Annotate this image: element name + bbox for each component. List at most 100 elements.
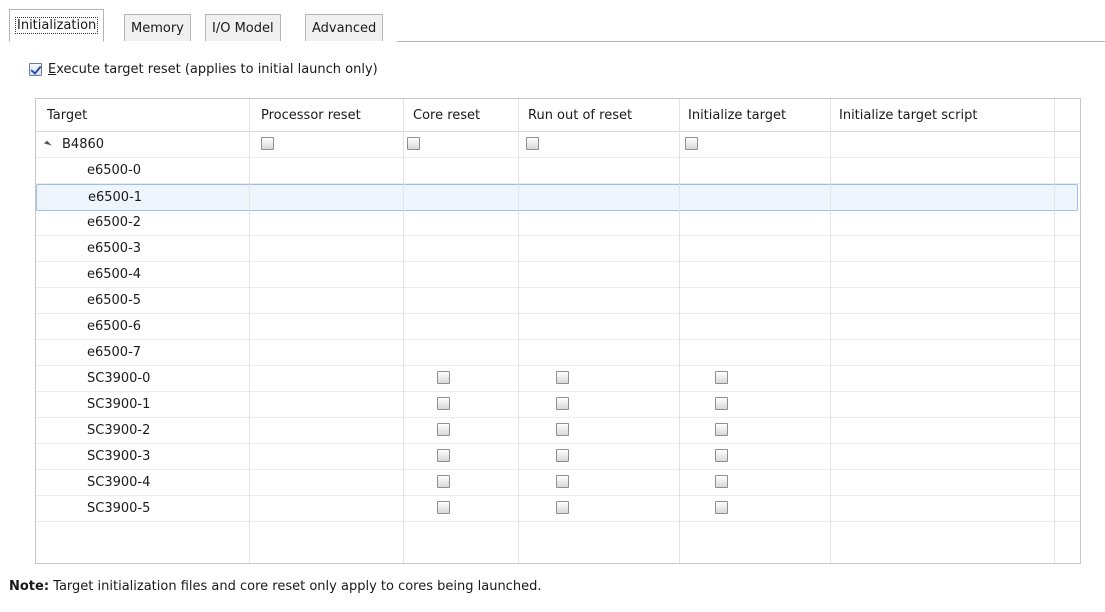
table-row[interactable]: e6500-6 <box>36 314 1080 340</box>
tab-label: Advanced <box>312 21 377 36</box>
checkbox-cell <box>437 444 450 470</box>
column-header-target[interactable]: Target <box>47 99 87 131</box>
table-row[interactable]: e6500-5 <box>36 288 1080 314</box>
core-reset-checkbox[interactable] <box>437 501 450 514</box>
checkbox-cell <box>526 132 539 158</box>
initialize-target-checkbox[interactable] <box>715 397 728 410</box>
checkbox-cell <box>556 496 569 522</box>
target-name: SC3900-4 <box>87 475 151 490</box>
column-divider <box>1054 99 1055 563</box>
table-row[interactable]: SC3900-0 <box>36 366 1080 392</box>
checkbox-cell <box>437 418 450 444</box>
initialize-target-checkbox[interactable] <box>715 371 728 384</box>
column-header-initialize-target[interactable]: Initialize target <box>688 99 786 131</box>
table-row[interactable]: e6500-2 <box>36 210 1080 236</box>
tab-label: I/O Model <box>212 21 274 36</box>
initialize-target-checkbox[interactable] <box>715 423 728 436</box>
column-divider <box>518 99 519 563</box>
table-row[interactable]: SC3900-3 <box>36 444 1080 470</box>
checkbox-cell <box>407 132 420 158</box>
run-out-of-reset-checkbox[interactable] <box>556 423 569 436</box>
note-label: Note: <box>9 579 50 594</box>
execute-target-reset-option[interactable]: Execute target reset (applies to initial… <box>29 60 378 78</box>
table-row[interactable]: SC3900-1 <box>36 392 1080 418</box>
table-row[interactable]: B4860 <box>36 132 1080 158</box>
checkbox-cell <box>715 418 728 444</box>
column-divider <box>403 99 404 563</box>
target-name: e6500-2 <box>87 215 142 230</box>
tab-bar: Initialization Memory I/O Model Advanced <box>0 0 1105 42</box>
core-reset-checkbox[interactable] <box>437 449 450 462</box>
note-text: Note: Target initialization files and co… <box>9 579 541 594</box>
run-out-of-reset-checkbox[interactable] <box>526 137 539 150</box>
core-reset-checkbox[interactable] <box>437 397 450 410</box>
run-out-of-reset-checkbox[interactable] <box>556 501 569 514</box>
target-name: SC3900-0 <box>87 371 151 386</box>
tab-advanced[interactable]: Advanced <box>305 14 384 41</box>
initialize-target-checkbox[interactable] <box>715 475 728 488</box>
target-name: SC3900-3 <box>87 449 151 464</box>
target-name: e6500-3 <box>87 241 142 256</box>
target-name: e6500-0 <box>87 163 142 178</box>
run-out-of-reset-checkbox[interactable] <box>556 397 569 410</box>
checkbox-cell <box>437 470 450 496</box>
checkbox-cell <box>715 366 728 392</box>
table-row[interactable]: e6500-7 <box>36 340 1080 366</box>
column-header-processor-reset[interactable]: Processor reset <box>261 99 361 131</box>
target-name: B4860 <box>62 137 105 152</box>
target-name: e6500-4 <box>87 267 142 282</box>
tab-label: Memory <box>131 21 184 36</box>
checkbox-cell <box>715 496 728 522</box>
table-row[interactable]: e6500-1 <box>36 184 1078 211</box>
column-header-run-out-of-reset[interactable]: Run out of reset <box>528 99 632 131</box>
run-out-of-reset-checkbox[interactable] <box>556 449 569 462</box>
core-reset-checkbox[interactable] <box>437 423 450 436</box>
expand-collapse-icon[interactable] <box>44 140 52 149</box>
checkbox-cell <box>685 132 698 158</box>
execute-target-reset-checkbox[interactable] <box>29 62 42 76</box>
column-header-core-reset[interactable]: Core reset <box>413 99 480 131</box>
checkbox-cell <box>556 444 569 470</box>
tab-io-model[interactable]: I/O Model <box>205 14 281 41</box>
core-reset-checkbox[interactable] <box>407 137 420 150</box>
processor-reset-checkbox[interactable] <box>261 137 274 150</box>
run-out-of-reset-checkbox[interactable] <box>556 371 569 384</box>
target-name: SC3900-2 <box>87 423 151 438</box>
execute-target-reset-label: Execute target reset (applies to initial… <box>48 61 378 77</box>
initialize-target-checkbox[interactable] <box>685 137 698 150</box>
checkbox-cell <box>715 392 728 418</box>
initialize-target-checkbox[interactable] <box>715 501 728 514</box>
table-row[interactable]: SC3900-2 <box>36 418 1080 444</box>
column-divider <box>249 99 250 563</box>
checkbox-cell <box>261 132 274 158</box>
checkbox-cell <box>437 392 450 418</box>
core-reset-checkbox[interactable] <box>437 475 450 488</box>
run-out-of-reset-checkbox[interactable] <box>556 475 569 488</box>
tab-memory[interactable]: Memory <box>124 14 191 41</box>
column-divider <box>679 99 680 563</box>
table-header: Target Processor reset Core reset Run ou… <box>36 99 1080 132</box>
target-initialization-table: Target Processor reset Core reset Run ou… <box>35 98 1081 564</box>
table-row[interactable]: e6500-0 <box>36 158 1080 184</box>
table-row[interactable]: SC3900-5 <box>36 496 1080 522</box>
initialize-target-checkbox[interactable] <box>715 449 728 462</box>
checkbox-cell <box>556 418 569 444</box>
checkbox-cell <box>715 470 728 496</box>
target-name: e6500-7 <box>87 345 142 360</box>
checkbox-cell <box>556 366 569 392</box>
checkbox-cell <box>437 496 450 522</box>
target-name: SC3900-1 <box>87 397 151 412</box>
table-row[interactable]: SC3900-4 <box>36 470 1080 496</box>
target-name: e6500-1 <box>88 190 143 205</box>
table-row[interactable]: e6500-4 <box>36 262 1080 288</box>
checkbox-cell <box>556 470 569 496</box>
core-reset-checkbox[interactable] <box>437 371 450 384</box>
tab-divider <box>397 41 1105 42</box>
table-row[interactable]: e6500-3 <box>36 236 1080 262</box>
target-name: e6500-5 <box>87 293 142 308</box>
target-name: SC3900-5 <box>87 501 151 516</box>
column-header-initialize-target-script[interactable]: Initialize target script <box>839 99 977 131</box>
target-name: e6500-6 <box>87 319 142 334</box>
tab-initialization[interactable]: Initialization <box>9 9 105 42</box>
checkbox-cell <box>437 366 450 392</box>
